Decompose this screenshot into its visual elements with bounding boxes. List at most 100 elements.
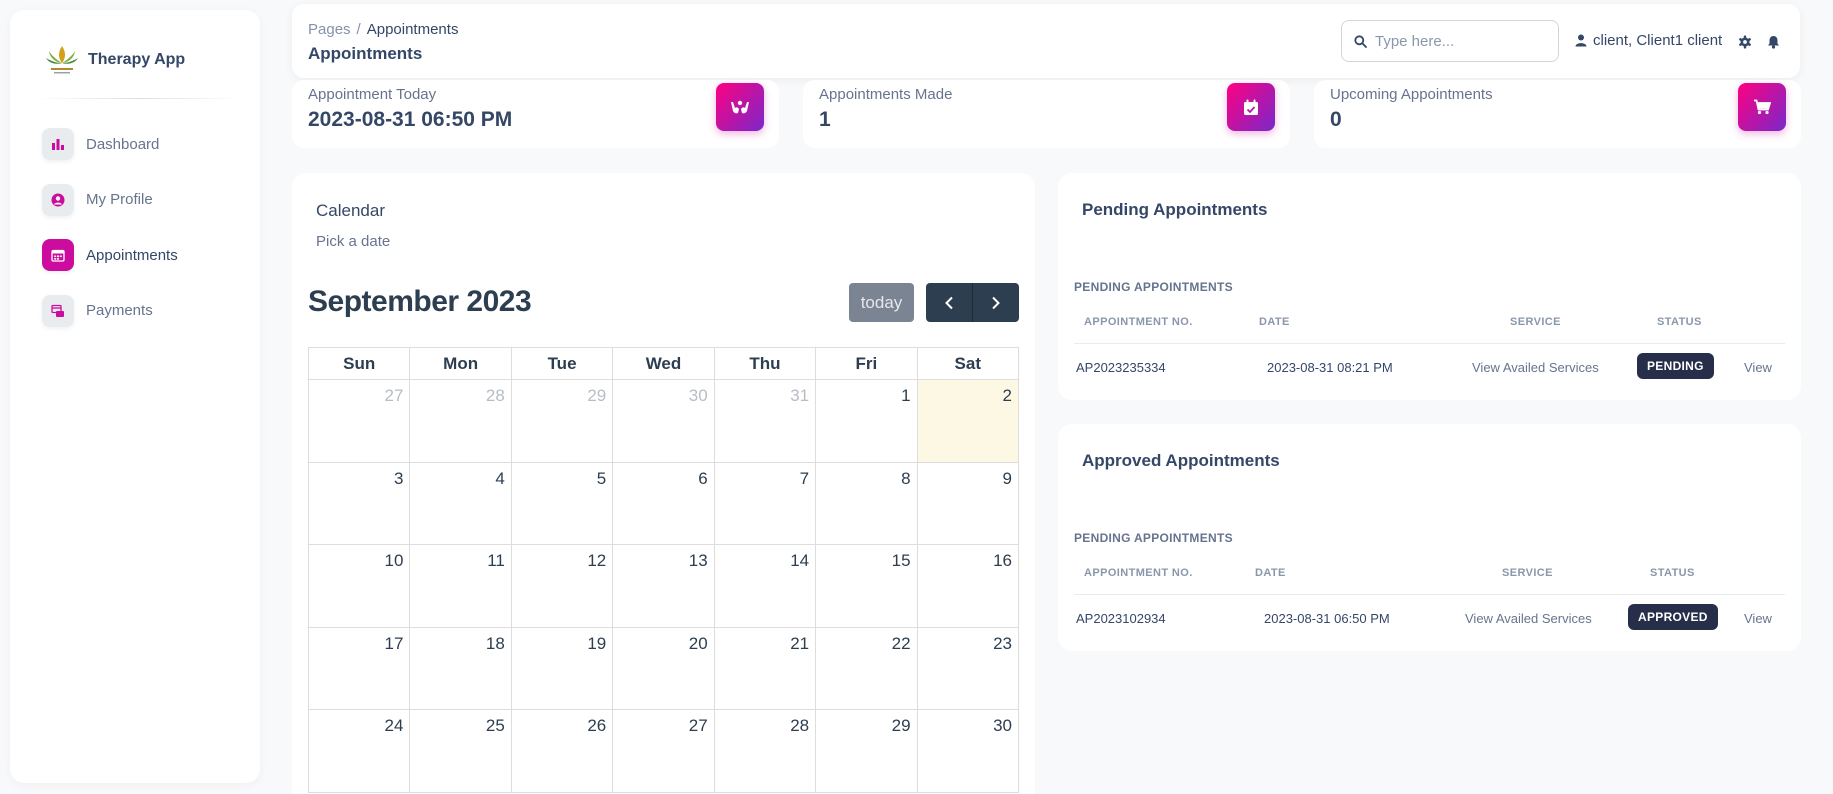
- card-title: Approved Appointments: [1082, 451, 1280, 470]
- sidebar-nav: Dashboard My Profile Appointments Paymen…: [42, 126, 252, 348]
- breadcrumb-pages-link[interactable]: Pages: [308, 21, 351, 38]
- stat-value: 0: [1330, 108, 1342, 131]
- breadcrumb: Pages / Appointments: [308, 21, 458, 38]
- calendar-day-cell[interactable]: 22: [815, 626, 918, 710]
- brand-name: Therapy App: [88, 51, 186, 68]
- calendar-day-cell[interactable]: 19: [510, 626, 614, 710]
- calendar-day-cell[interactable]: 4: [409, 461, 512, 545]
- column-header: APPOINTMENT NO.: [1084, 567, 1193, 579]
- appointment-number: AP2023102934: [1076, 611, 1166, 626]
- calendar-day-cell[interactable]: 8: [815, 461, 918, 545]
- calendar-day-cell[interactable]: 15: [815, 544, 918, 628]
- column-header: STATUS: [1657, 316, 1702, 328]
- column-header: SERVICE: [1510, 316, 1561, 328]
- calendar-day-cell[interactable]: 3: [307, 461, 411, 545]
- sidebar-item-label: My Profile: [86, 191, 153, 208]
- sidebar-item-my-profile[interactable]: My Profile: [42, 182, 252, 218]
- column-header: DATE: [1259, 316, 1290, 328]
- view-link[interactable]: View: [1744, 360, 1772, 375]
- view-availed-services-link[interactable]: View Availed Services: [1465, 611, 1592, 626]
- weekday-header: Tue: [510, 347, 614, 380]
- calendar-day-cell[interactable]: 30: [916, 709, 1020, 793]
- calendar-day-cell[interactable]: 11: [409, 544, 512, 628]
- calendar-day-cell[interactable]: 13: [612, 544, 715, 628]
- sidebar-item-label: Dashboard: [86, 135, 160, 153]
- calendar-day-cell[interactable]: 23: [916, 626, 1020, 710]
- card-title: Pending Appointments: [1082, 200, 1268, 219]
- calendar-day-cell[interactable]: 5: [510, 461, 614, 545]
- next-month-button[interactable]: [972, 283, 1019, 322]
- calendar-day-cell[interactable]: 26: [510, 709, 614, 793]
- sidebar-item-appointments[interactable]: Appointments: [42, 237, 252, 273]
- stat-label: Appointment Today: [308, 86, 437, 103]
- bell-icon[interactable]: [1767, 35, 1780, 49]
- section-heading: PENDING APPOINTMENTS: [1074, 531, 1233, 545]
- calendar-day-cell[interactable]: 27: [612, 709, 715, 793]
- table-divider: [1074, 343, 1785, 344]
- calendar-card: Calendar Pick a date September 2023 toda…: [292, 173, 1035, 794]
- calendar-day-cell[interactable]: 28: [713, 709, 817, 793]
- weekday-header: Sun: [307, 347, 411, 380]
- stat-card-appointment-today: Appointment Today 2023-08-31 06:50 PM: [292, 80, 779, 148]
- calendar-day-cell[interactable]: 18: [409, 626, 512, 710]
- calendar-week-row: 3 4 5 6 7 8 9: [307, 461, 1020, 545]
- prev-month-button[interactable]: [926, 283, 973, 322]
- sidebar-item-dashboard[interactable]: Dashboard: [42, 126, 252, 162]
- bar-chart-icon: [42, 128, 74, 160]
- calendar-day-cell[interactable]: 6: [612, 461, 715, 545]
- page-title: Appointments: [308, 44, 423, 63]
- calendar-week-row: 17 18 19 20 21 22 23: [307, 626, 1020, 710]
- view-availed-services-link[interactable]: View Availed Services: [1472, 360, 1599, 375]
- search-input[interactable]: [1375, 32, 1545, 50]
- calendar-day-cell[interactable]: 31: [713, 379, 817, 463]
- calendar-day-cell[interactable]: 17: [307, 626, 411, 710]
- calendar-day-cell[interactable]: 10: [307, 544, 411, 628]
- calendar-subtitle: Pick a date: [316, 233, 391, 250]
- today-button[interactable]: today: [849, 283, 914, 322]
- stat-value: 2023-08-31 06:50 PM: [308, 108, 513, 131]
- stat-card-appointments-made: Appointments Made 1: [803, 80, 1290, 148]
- pending-appointments-card: Pending Appointments PENDING APPOINTMENT…: [1058, 173, 1801, 400]
- status-badge: PENDING: [1637, 353, 1714, 379]
- column-header: DATE: [1255, 567, 1286, 579]
- calendar-day-cell[interactable]: 29: [510, 379, 614, 463]
- calendar-day-cell[interactable]: 9: [916, 461, 1020, 545]
- calendar-day-cell[interactable]: 16: [916, 544, 1020, 628]
- calendar-title: Calendar: [316, 201, 385, 220]
- calendar-nav-group: [926, 283, 1019, 322]
- lotus-logo-icon: [42, 40, 82, 80]
- calendar-day-cell[interactable]: 21: [713, 626, 817, 710]
- stat-card-upcoming-appointments: Upcoming Appointments 0: [1314, 80, 1801, 148]
- view-link[interactable]: View: [1744, 611, 1772, 626]
- calendar-day-cell[interactable]: 12: [510, 544, 614, 628]
- calendar-day-cell-today[interactable]: 2: [916, 379, 1020, 463]
- calendar-day-cell[interactable]: 1: [815, 379, 918, 463]
- user-icon: [1575, 34, 1587, 47]
- section-heading: PENDING APPOINTMENTS: [1074, 280, 1233, 294]
- user-menu[interactable]: client, Client1 client: [1575, 32, 1722, 49]
- stat-value: 1: [819, 108, 831, 131]
- cart-icon: [1738, 83, 1786, 131]
- search-box: [1341, 20, 1559, 62]
- calendar-week-row: 27 28 29 30 31 1 2: [307, 379, 1020, 463]
- weekday-header: Sat: [916, 347, 1020, 380]
- stat-label: Upcoming Appointments: [1330, 86, 1493, 103]
- stat-label: Appointments Made: [819, 86, 953, 103]
- calendar-day-cell[interactable]: 29: [815, 709, 918, 793]
- calendar-day-cell[interactable]: 14: [713, 544, 817, 628]
- payment-icon: [42, 294, 74, 327]
- calendar-day-cell[interactable]: 25: [409, 709, 512, 793]
- brand[interactable]: Therapy App: [42, 40, 185, 80]
- calendar-day-cell[interactable]: 7: [713, 461, 817, 545]
- calendar-day-cell[interactable]: 24: [307, 709, 411, 793]
- calendar-day-cell[interactable]: 27: [307, 379, 411, 463]
- chevron-right-icon: [992, 296, 1000, 309]
- calendar-day-cell[interactable]: 20: [612, 626, 715, 710]
- calendar-day-cell[interactable]: 28: [409, 379, 512, 463]
- hands-icon: [716, 83, 764, 131]
- user-circle-icon: [42, 183, 74, 216]
- appointment-number: AP2023235334: [1076, 360, 1166, 375]
- sidebar-item-payments[interactable]: Payments: [42, 293, 252, 329]
- calendar-day-cell[interactable]: 30: [612, 379, 715, 463]
- gear-icon[interactable]: [1738, 35, 1752, 49]
